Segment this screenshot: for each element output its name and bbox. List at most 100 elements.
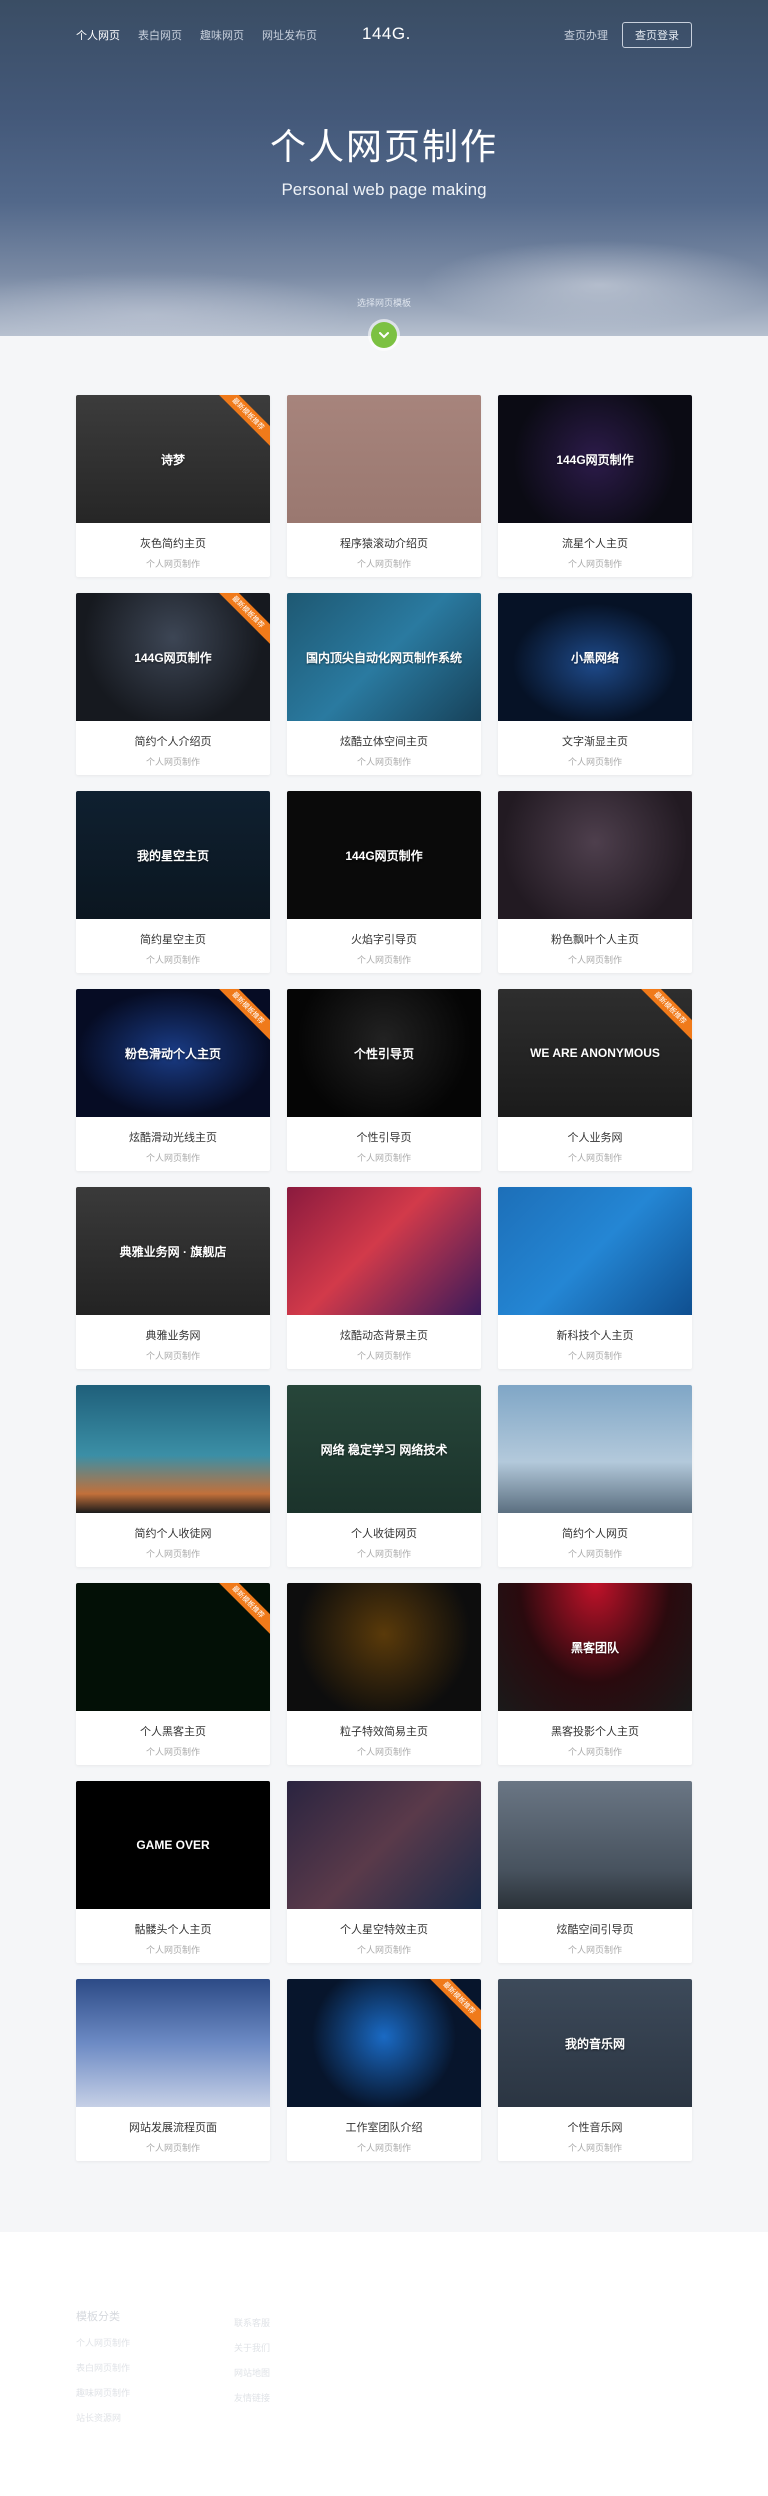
template-card[interactable]: 144G网页制作 最新模板推荐 简约个人介绍页 个人网页制作: [76, 593, 270, 775]
thumbnail-caption: 小黑网络: [570, 650, 619, 665]
nav-link-personal[interactable]: 个人网页: [76, 27, 120, 43]
login-button[interactable]: 查页登录: [622, 22, 692, 48]
template-card[interactable]: 小黑网络 文字渐显主页 个人网页制作: [498, 593, 692, 775]
template-card[interactable]: 新科技个人主页 个人网页制作: [498, 1187, 692, 1369]
template-card[interactable]: 诗梦 最新模板推荐 灰色简约主页 个人网页制作: [76, 395, 270, 577]
footer-link[interactable]: 关于我们: [234, 2341, 270, 2354]
thumbnail-caption: 我的星空主页: [136, 848, 209, 863]
template-card[interactable]: 典雅业务网 · 旗舰店 典雅业务网 个人网页制作: [76, 1187, 270, 1369]
card-title[interactable]: 个人收徒网页: [287, 1525, 481, 1541]
template-thumbnail[interactable]: [76, 1385, 270, 1513]
template-card[interactable]: 最新模板推荐 个人黑客主页 个人网页制作: [76, 1583, 270, 1765]
scroll-down-button[interactable]: [371, 322, 397, 348]
template-thumbnail[interactable]: 我的星空主页: [76, 791, 270, 919]
template-thumbnail[interactable]: GAME OVER: [76, 1781, 270, 1909]
nav-link-confession[interactable]: 表白网页: [138, 27, 182, 43]
template-card[interactable]: 炫酷空间引导页 个人网页制作: [498, 1781, 692, 1963]
card-title[interactable]: 个人黑客主页: [76, 1723, 270, 1739]
card-title[interactable]: 简约星空主页: [76, 931, 270, 947]
template-thumbnail[interactable]: [287, 1583, 481, 1711]
help-link[interactable]: 查页办理: [564, 27, 608, 43]
card-title[interactable]: 新科技个人主页: [498, 1327, 692, 1343]
template-thumbnail[interactable]: [287, 1187, 481, 1315]
card-title[interactable]: 个性引导页: [287, 1129, 481, 1145]
card-title[interactable]: 文字渐显主页: [498, 733, 692, 749]
template-thumbnail[interactable]: 粉色滑动个人主页 最新模板推荐: [76, 989, 270, 1117]
template-thumbnail[interactable]: 最新模板推荐: [287, 1979, 481, 2107]
template-card[interactable]: 程序猿滚动介绍页个人网页制作: [287, 395, 481, 577]
template-card[interactable]: 简约个人网页 个人网页制作: [498, 1385, 692, 1567]
card-title[interactable]: 个性音乐网: [498, 2119, 692, 2135]
card-title[interactable]: 网站发展流程页面: [76, 2119, 270, 2135]
template-card[interactable]: 国内顶尖自动化网页制作系统 炫酷立体空间主页 个人网页制作: [287, 593, 481, 775]
card-title[interactable]: 简约个人收徒网: [76, 1525, 270, 1541]
card-title[interactable]: 个人业务网: [498, 1129, 692, 1145]
brand-logo[interactable]: 144G.: [362, 24, 411, 44]
card-title[interactable]: 火焰字引导页: [287, 931, 481, 947]
template-card[interactable]: 简约个人收徒网 个人网页制作: [76, 1385, 270, 1567]
template-thumbnail[interactable]: 典雅业务网 · 旗舰店: [76, 1187, 270, 1315]
card-title[interactable]: 炫酷滑动光线主页: [76, 1129, 270, 1145]
template-card[interactable]: WE ARE ANONYMOUS 最新模板推荐 个人业务网 个人网页制作: [498, 989, 692, 1171]
template-thumbnail[interactable]: [76, 1979, 270, 2107]
template-thumbnail[interactable]: 最新模板推荐: [76, 1583, 270, 1711]
template-thumbnail[interactable]: 144G网页制作 最新模板推荐: [76, 593, 270, 721]
nav-link-url-publish[interactable]: 网址发布页: [262, 27, 317, 43]
template-card[interactable]: 个性引导页 个性引导页 个人网页制作: [287, 989, 481, 1171]
card-title[interactable]: 个人星空特效主页: [287, 1921, 481, 1937]
footer-link[interactable]: 趣味网页制作: [76, 2386, 130, 2399]
card-title[interactable]: 炫酷动态背景主页: [287, 1327, 481, 1343]
template-card[interactable]: 炫酷动态背景主页 个人网页制作: [287, 1187, 481, 1369]
template-card[interactable]: 我的音乐网 个性音乐网 个人网页制作: [498, 1979, 692, 2161]
template-thumbnail[interactable]: WE ARE ANONYMOUS 最新模板推荐: [498, 989, 692, 1117]
card-title[interactable]: 炫酷立体空间主页: [287, 733, 481, 749]
footer-link[interactable]: 友情链接: [234, 2391, 270, 2404]
footer-link[interactable]: 网站地图: [234, 2366, 270, 2379]
template-thumbnail[interactable]: [498, 791, 692, 919]
template-thumbnail[interactable]: 网络 稳定学习 网络技术: [287, 1385, 481, 1513]
footer-link[interactable]: 站长资源网: [76, 2411, 130, 2424]
card-subtitle: 个人网页制作: [356, 559, 411, 569]
card-title[interactable]: 典雅业务网: [76, 1327, 270, 1343]
card-title[interactable]: 简约个人介绍页: [76, 733, 270, 749]
footer-link[interactable]: 个人网页制作: [76, 2336, 130, 2349]
card-title[interactable]: 黑客投影个人主页: [498, 1723, 692, 1739]
template-card[interactable]: 粉色飘叶个人主页 个人网页制作: [498, 791, 692, 973]
template-card[interactable]: GAME OVER 骷髅头个人主页 个人网页制作: [76, 1781, 270, 1963]
template-thumbnail[interactable]: 我的音乐网: [498, 1979, 692, 2107]
template-card[interactable]: 144G网页制作 流星个人主页 个人网页制作: [498, 395, 692, 577]
footer-link[interactable]: 联系客服: [234, 2316, 270, 2329]
template-card[interactable]: 网络 稳定学习 网络技术 个人收徒网页 个人网页制作: [287, 1385, 481, 1567]
template-thumbnail[interactable]: 小黑网络: [498, 593, 692, 721]
template-thumbnail[interactable]: [498, 1781, 692, 1909]
template-card[interactable]: 我的星空主页 简约星空主页 个人网页制作: [76, 791, 270, 973]
template-card[interactable]: 个人星空特效主页 个人网页制作: [287, 1781, 481, 1963]
template-thumbnail[interactable]: 144G网页制作: [498, 395, 692, 523]
card-title[interactable]: 程序猿滚动介绍页: [287, 535, 481, 551]
nav-link-fun[interactable]: 趣味网页: [200, 27, 244, 43]
template-thumbnail[interactable]: 黑客团队: [498, 1583, 692, 1711]
template-thumbnail[interactable]: 国内顶尖自动化网页制作系统: [287, 593, 481, 721]
card-title[interactable]: 工作室团队介绍: [287, 2119, 481, 2135]
template-card[interactable]: 144G网页制作 火焰字引导页 个人网页制作: [287, 791, 481, 973]
template-thumbnail[interactable]: [287, 1781, 481, 1909]
template-card[interactable]: 最新模板推荐 工作室团队介绍 个人网页制作: [287, 1979, 481, 2161]
card-title[interactable]: 炫酷空间引导页: [498, 1921, 692, 1937]
footer-link[interactable]: 表白网页制作: [76, 2361, 130, 2374]
template-thumbnail[interactable]: [498, 1187, 692, 1315]
template-thumbnail[interactable]: 144G网页制作: [287, 791, 481, 919]
card-title[interactable]: 骷髅头个人主页: [76, 1921, 270, 1937]
template-card[interactable]: 网站发展流程页面 个人网页制作: [76, 1979, 270, 2161]
template-card[interactable]: 黑客团队 黑客投影个人主页 个人网页制作: [498, 1583, 692, 1765]
template-thumbnail[interactable]: [287, 395, 481, 523]
card-title[interactable]: 简约个人网页: [498, 1525, 692, 1541]
card-title[interactable]: 流星个人主页: [498, 535, 692, 551]
card-title[interactable]: 灰色简约主页: [76, 535, 270, 551]
template-thumbnail[interactable]: 诗梦 最新模板推荐: [76, 395, 270, 523]
card-title[interactable]: 粒子特效简易主页: [287, 1723, 481, 1739]
template-thumbnail[interactable]: [498, 1385, 692, 1513]
template-card[interactable]: 粉色滑动个人主页 最新模板推荐 炫酷滑动光线主页 个人网页制作: [76, 989, 270, 1171]
template-card[interactable]: 粒子特效简易主页 个人网页制作: [287, 1583, 481, 1765]
template-thumbnail[interactable]: 个性引导页: [287, 989, 481, 1117]
card-title[interactable]: 粉色飘叶个人主页: [498, 931, 692, 947]
